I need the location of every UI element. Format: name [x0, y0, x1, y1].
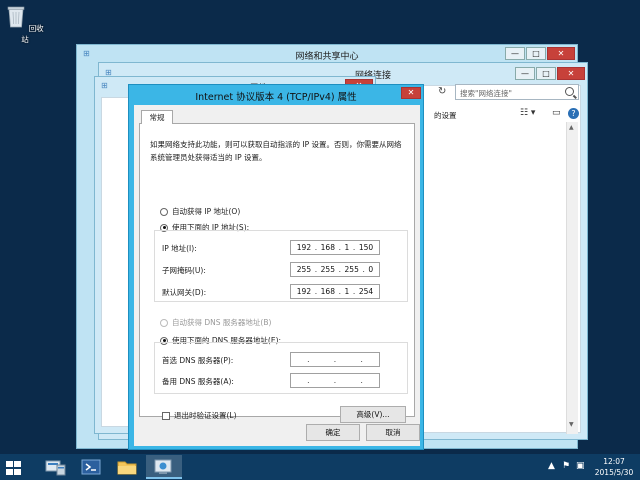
recycle-bin-shortcut[interactable]: 回收站 [6, 4, 44, 45]
description-text: 如果网络支持此功能，则可以获取自动指派的 IP 设置。否则，你需要从网络系统管理… [150, 140, 402, 162]
alternate-dns-field[interactable]: ... [290, 373, 380, 388]
start-button[interactable] [0, 455, 36, 479]
octet-separator: . [360, 355, 363, 364]
octet-separator: . [338, 287, 341, 296]
minimize-button[interactable]: — [515, 67, 535, 80]
dns-auto-radio[interactable]: 自动获得 DNS 服务器地址(B) [160, 317, 271, 328]
window-title: 网络和共享中心 [295, 52, 359, 62]
validate-on-exit-checkbox[interactable]: 退出时验证设置(L) [162, 410, 237, 421]
ip-octet-1: 192 [296, 243, 312, 252]
search-placeholder: 搜索"网络连接" [460, 89, 512, 98]
subnet-mask-field[interactable]: 255. 255. 255. 0 [290, 262, 380, 277]
cancel-button[interactable]: 取消 [366, 424, 420, 441]
folder-icon [117, 461, 137, 475]
octet-separator: . [338, 243, 341, 252]
advanced-button[interactable]: 高级(V)... [340, 406, 406, 423]
action-center-icon[interactable]: ⚑ [562, 461, 570, 471]
dialog-close-button[interactable]: ✕ [401, 87, 421, 99]
validate-on-exit-label: 退出时验证设置(L) [174, 411, 237, 420]
octet-separator: . [360, 376, 363, 385]
tab-general[interactable]: 常规 [141, 110, 173, 124]
preferred-dns-label: 首选 DNS 服务器(P): [162, 356, 234, 365]
dns-auto-label: 自动获得 DNS 服务器地址(B) [172, 318, 272, 327]
octet-separator: . [314, 287, 318, 296]
network-icon: ⊞ [83, 49, 90, 58]
taskbar: ▲ ⚑ ▣ 12:07 2015/5/30 [0, 454, 640, 480]
octet-separator: . [307, 355, 310, 364]
system-clock[interactable]: 12:07 2015/5/30 [592, 456, 636, 478]
octet-separator: . [362, 265, 365, 274]
octet-separator: . [333, 376, 337, 385]
recycle-bin-icon [7, 6, 25, 28]
gateway-octet-2: 168 [320, 287, 335, 296]
default-gateway-label: 默认网关(D): [162, 288, 207, 297]
powershell-button[interactable] [74, 455, 110, 479]
close-button[interactable]: ✕ [557, 67, 585, 80]
gateway-octet-4: 254 [358, 287, 374, 296]
subnet-octet-4: 0 [368, 265, 374, 274]
scroll-up-icon[interactable]: ▲ [569, 124, 574, 131]
close-button[interactable]: ✕ [547, 47, 575, 60]
ip-octet-2: 168 [320, 243, 335, 252]
windows-logo-icon [6, 461, 21, 475]
maximize-button[interactable]: □ [526, 47, 546, 60]
clock-time: 12:07 [603, 457, 625, 466]
help-icon[interactable]: ? [568, 108, 579, 119]
network-control-panel-icon [154, 459, 172, 474]
radio-indicator [160, 318, 168, 327]
preview-pane-icon[interactable]: ▭ [552, 108, 561, 118]
octet-separator: . [314, 265, 318, 274]
network-tray-icon[interactable]: ▣ [576, 461, 585, 471]
refresh-icon[interactable]: ↻ [438, 86, 446, 97]
network-connections-taskbar-button[interactable] [146, 455, 182, 479]
subnet-octet-1: 255 [296, 265, 312, 274]
scroll-down-icon[interactable]: ▼ [569, 421, 574, 428]
minimize-button[interactable]: — [505, 47, 525, 60]
octet-separator: . [333, 355, 337, 364]
general-tab-panel: 如果网络支持此功能，则可以获取自动指派的 IP 设置。否则，你需要从网络系统管理… [139, 123, 415, 423]
network-icon: ⊞ [101, 81, 108, 90]
server-manager-button[interactable] [38, 455, 74, 479]
view-options-icon[interactable]: ☷ ▾ [520, 108, 535, 118]
search-input[interactable]: 搜索"网络连接" [455, 84, 579, 100]
vertical-scrollbar[interactable]: ▲ ▼ [566, 122, 578, 434]
ip-auto-radio[interactable]: 自动获得 IP 地址(O) [160, 206, 240, 217]
powershell-icon [81, 459, 101, 475]
octet-separator: . [352, 243, 356, 252]
file-explorer-button[interactable] [110, 455, 146, 479]
ip-address-label: IP 地址(I): [162, 244, 197, 253]
dialog-title: Internet 协议版本 4 (TCP/IPv4) 属性 [195, 92, 357, 103]
ip-address-field[interactable]: 192. 168. 1. 150 [290, 240, 380, 255]
clock-date: 2015/5/30 [594, 468, 634, 477]
maximize-button[interactable]: □ [536, 67, 556, 80]
ipv4-properties-dialog: Internet 协议版本 4 (TCP/IPv4) 属性 ✕ 常规 如果网络支… [128, 84, 424, 450]
dialog-body: 常规 如果网络支持此功能，则可以获取自动指派的 IP 设置。否则，你需要从网络系… [134, 105, 420, 446]
preferred-dns-field[interactable]: ... [290, 352, 380, 367]
octet-separator: . [338, 265, 341, 274]
ip-octet-3: 1 [344, 243, 350, 252]
gateway-octet-1: 192 [296, 287, 312, 296]
octet-separator: . [314, 243, 318, 252]
ok-button[interactable]: 确定 [306, 424, 360, 441]
gateway-octet-3: 1 [344, 287, 350, 296]
octet-separator: . [352, 287, 356, 296]
ip-octet-4: 150 [358, 243, 374, 252]
checkbox-indicator [162, 411, 170, 420]
octet-separator: . [307, 376, 310, 385]
adapter-settings-text: 的设置 [434, 111, 457, 120]
ip-auto-label: 自动获得 IP 地址(O) [172, 207, 241, 216]
subnet-octet-3: 255 [344, 265, 359, 274]
alternate-dns-label: 备用 DNS 服务器(A): [162, 377, 234, 386]
server-manager-icon [45, 460, 66, 476]
subnet-mask-label: 子网掩码(U): [162, 266, 206, 275]
search-icon [565, 87, 574, 96]
default-gateway-field[interactable]: 192. 168. 1. 254 [290, 284, 380, 299]
subnet-octet-2: 255 [320, 265, 335, 274]
radio-indicator [160, 207, 168, 216]
tray-expand-icon[interactable]: ▲ [548, 461, 555, 471]
